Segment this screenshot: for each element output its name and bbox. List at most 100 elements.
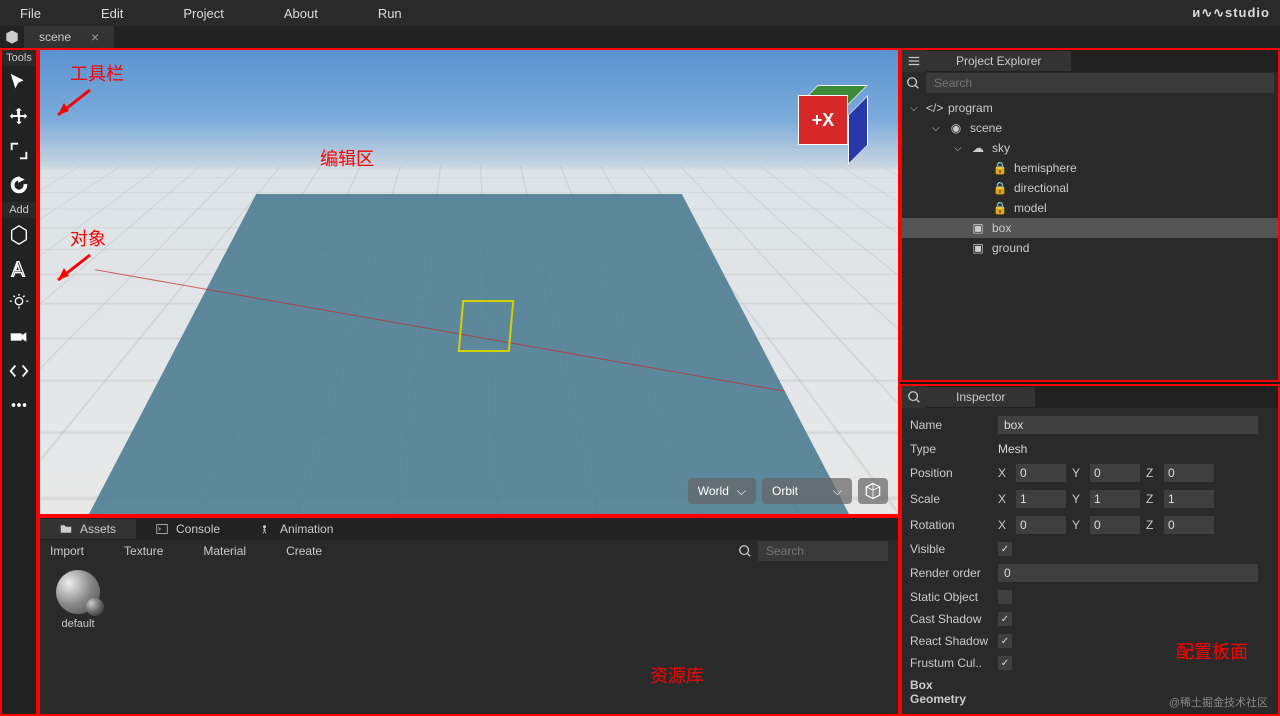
watermark: @稀土掘金技术社区: [1169, 694, 1268, 710]
scale-y[interactable]: [1090, 490, 1140, 508]
react-shadow-checkbox[interactable]: ✓: [998, 634, 1012, 648]
static-checkbox[interactable]: [998, 590, 1012, 604]
app-logo: ᴎ∿∿studio: [1192, 5, 1270, 21]
menubar: File Edit Project About Run ᴎ∿∿studio: [0, 0, 1280, 26]
scale-z[interactable]: [1164, 490, 1214, 508]
add-header: Add: [2, 202, 36, 218]
menu-edit[interactable]: Edit: [101, 6, 123, 21]
animation-icon: [260, 523, 272, 535]
gizmo-x-face[interactable]: +X: [798, 95, 848, 145]
coord-space-dropdown[interactable]: World⌵: [688, 478, 756, 504]
import-btn[interactable]: Import: [50, 544, 84, 558]
material-sphere-icon: [56, 570, 100, 614]
menu-project[interactable]: Project: [183, 6, 223, 21]
search-icon[interactable]: [902, 386, 926, 408]
folder-icon: [60, 523, 72, 535]
chevron-down-icon: ⌵: [833, 484, 842, 499]
add-script[interactable]: [2, 354, 36, 388]
menu-icon[interactable]: [902, 50, 926, 72]
sky-icon: ☁: [970, 141, 986, 155]
add-camera[interactable]: [2, 320, 36, 354]
cast-shadow-checkbox[interactable]: ✓: [998, 612, 1012, 626]
viewport-controls: World⌵ Orbit⌵: [688, 478, 888, 504]
toolbar: Tools Add: [0, 48, 38, 716]
render-order-label: Render order: [910, 566, 990, 580]
tree-ground[interactable]: ▣ground: [902, 238, 1278, 258]
frustum-label: Frustum Cul..: [910, 656, 990, 670]
search-icon: [906, 76, 920, 90]
lock-icon: 🔒: [992, 181, 1008, 195]
explorer-search-input[interactable]: [926, 73, 1274, 93]
tab-console[interactable]: Console: [136, 519, 240, 539]
add-text[interactable]: [2, 252, 36, 286]
visible-checkbox[interactable]: ✓: [998, 542, 1012, 556]
project-explorer-panel: Project Explorer ⌵</>program ⌵◉scene ⌵☁s…: [900, 48, 1280, 382]
tree-model[interactable]: 🔒model: [902, 198, 1278, 218]
tree-hemisphere[interactable]: 🔒hemisphere: [902, 158, 1278, 178]
view-gizmo[interactable]: +X: [798, 95, 868, 165]
cast-shadow-label: Cast Shadow: [910, 612, 990, 626]
tab-assets[interactable]: Assets: [40, 519, 136, 539]
lock-icon: 🔒: [992, 161, 1008, 175]
gizmo-side-face[interactable]: [848, 95, 868, 165]
tabbar: scene ×: [0, 26, 1280, 48]
tab-label: scene: [39, 30, 71, 44]
assets-panel: Assets Console Animation Import Texture …: [38, 516, 900, 716]
view-3d-toggle[interactable]: [858, 478, 888, 504]
chevron-down-icon: ⌵: [737, 484, 746, 499]
tab-animation[interactable]: Animation: [240, 519, 353, 539]
tree-box[interactable]: ▣box: [902, 218, 1278, 238]
tree-program[interactable]: ⌵</>program: [902, 98, 1278, 118]
scale-label: Scale: [910, 492, 990, 506]
scale-tool[interactable]: [2, 134, 36, 168]
tree-directional[interactable]: 🔒directional: [902, 178, 1278, 198]
inspector-panel: Inspector Name TypeMesh Position XYZ Sca…: [900, 384, 1280, 716]
frustum-checkbox[interactable]: ✓: [998, 656, 1012, 670]
tree-scene[interactable]: ⌵◉scene: [902, 118, 1278, 138]
scale-x[interactable]: [1016, 490, 1066, 508]
type-label: Type: [910, 442, 990, 456]
rot-x[interactable]: [1016, 516, 1066, 534]
move-tool[interactable]: [2, 100, 36, 134]
annot-toolbar: 工具栏: [70, 60, 124, 86]
type-value: Mesh: [998, 442, 1027, 456]
texture-btn[interactable]: Texture: [124, 544, 163, 558]
render-order-input[interactable]: [998, 564, 1258, 582]
asset-default-material[interactable]: default: [48, 570, 108, 630]
cube-icon: ▣: [970, 221, 986, 235]
rot-y[interactable]: [1090, 516, 1140, 534]
material-btn[interactable]: Material: [203, 544, 246, 558]
pos-z[interactable]: [1164, 464, 1214, 482]
search-icon: [738, 544, 752, 558]
viewport-3d[interactable]: +X World⌵ Orbit⌵ 工具栏 对象 编辑区: [38, 48, 900, 516]
add-light[interactable]: [2, 286, 36, 320]
console-icon: [156, 523, 168, 535]
menu-run[interactable]: Run: [378, 6, 402, 21]
menu-file[interactable]: File: [20, 6, 41, 21]
name-input[interactable]: [998, 416, 1258, 434]
more-tools[interactable]: [2, 388, 36, 422]
camera-mode-dropdown[interactable]: Orbit⌵: [762, 478, 852, 504]
annot-assets: 资源库: [650, 662, 704, 688]
select-tool[interactable]: [2, 66, 36, 100]
tree-sky[interactable]: ⌵☁sky: [902, 138, 1278, 158]
assets-search-input[interactable]: [758, 541, 888, 561]
close-icon[interactable]: ×: [91, 29, 99, 45]
scene-icon: ◉: [948, 121, 964, 135]
pos-y[interactable]: [1090, 464, 1140, 482]
name-label: Name: [910, 418, 990, 432]
menu-about[interactable]: About: [284, 6, 318, 21]
pos-x[interactable]: [1016, 464, 1066, 482]
position-label: Position: [910, 466, 990, 480]
tab-scene[interactable]: scene ×: [24, 26, 114, 48]
lock-icon: 🔒: [992, 201, 1008, 215]
rot-z[interactable]: [1164, 516, 1214, 534]
visible-label: Visible: [910, 542, 990, 556]
create-btn[interactable]: Create: [286, 544, 322, 558]
rotate-tool[interactable]: [2, 168, 36, 202]
selected-box[interactable]: [458, 300, 515, 352]
static-label: Static Object: [910, 590, 990, 604]
rotation-label: Rotation: [910, 518, 990, 532]
add-mesh[interactable]: [2, 218, 36, 252]
scene-icon[interactable]: [0, 26, 24, 48]
